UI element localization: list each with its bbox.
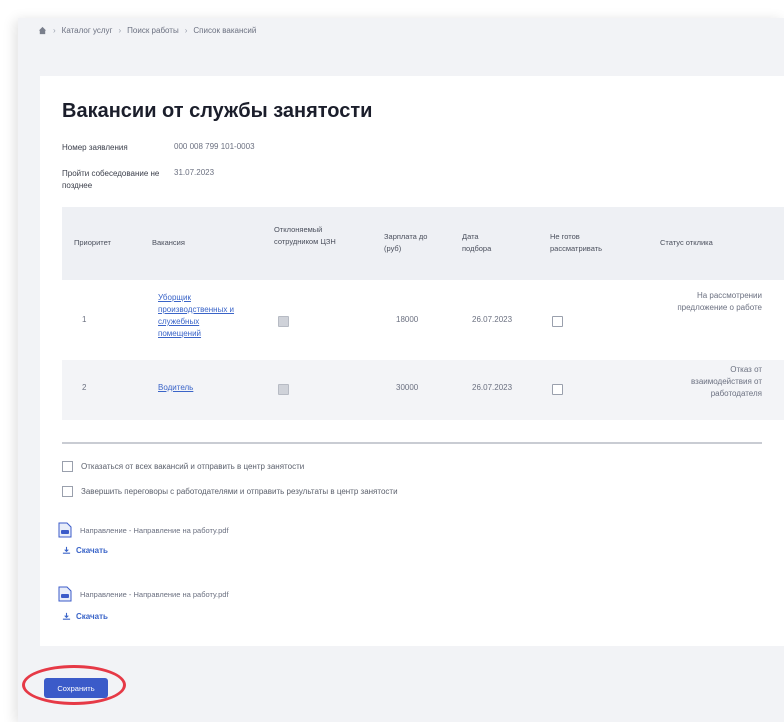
- finish-checkbox[interactable]: [62, 486, 73, 497]
- document-item: Направление - Направление на работу.pdf: [58, 522, 229, 538]
- application-number-label: Номер заявления: [62, 143, 128, 152]
- interview-deadline-label: Пройти собеседование не позднее: [62, 169, 160, 190]
- finish-label: Завершить переговоры с работодателями и …: [81, 487, 398, 496]
- pdf-file-icon: [58, 522, 72, 538]
- document-item: Направление - Направление на работу.pdf: [58, 586, 229, 602]
- interview-deadline-value: 31.07.2023: [174, 168, 215, 177]
- download-icon: [62, 612, 71, 620]
- pdf-file-icon: [58, 586, 72, 602]
- table-header: Приоритет Вакансия Отклоняемый сотрудник…: [62, 207, 784, 280]
- not-ready-checkbox[interactable]: [552, 316, 563, 327]
- table-row: 2 Водитель 30000 26.07.2023 Отказ от вза…: [62, 360, 784, 420]
- row-date: 26.07.2023: [472, 315, 513, 324]
- table-divider: [62, 442, 762, 444]
- reject-all-label: Отказаться от всех вакансий и отправить …: [81, 462, 305, 471]
- row-status: На рассмотрении предложение о работе: [677, 291, 762, 312]
- vacancy-link[interactable]: Уборщик производственных и служебных пом…: [158, 292, 238, 340]
- header-rejected-by-employee: Отклоняемый сотрудником ЦЗН: [274, 225, 336, 246]
- breadcrumb-item-job-search[interactable]: Поиск работы: [127, 26, 179, 35]
- application-number-value: 000 008 799 101-0003: [174, 142, 255, 151]
- home-icon[interactable]: [38, 26, 47, 35]
- download-icon: [62, 546, 71, 554]
- breadcrumb: › Каталог услуг › Поиск работы › Список …: [38, 26, 256, 35]
- row-salary: 30000: [396, 383, 419, 392]
- document-label: Направление - Направление на работу.pdf: [80, 589, 229, 599]
- table-row: 1 Уборщик производственных и служебных п…: [62, 280, 784, 360]
- download-link[interactable]: Скачать: [62, 546, 108, 555]
- header-salary: Зарплата до (руб): [384, 232, 428, 253]
- vacancies-card: Вакансии от службы занятости Номер заявл…: [40, 76, 784, 646]
- save-button[interactable]: Сохранить: [44, 678, 108, 698]
- header-priority: Приоритет: [74, 238, 111, 247]
- vacancies-table: Приоритет Вакансия Отклоняемый сотрудник…: [62, 207, 784, 420]
- row-status: Отказ от взаимодействия от работодателя: [691, 365, 762, 398]
- rejected-checkbox: [278, 316, 289, 327]
- finish-option[interactable]: Завершить переговоры с работодателями и …: [62, 486, 398, 497]
- row-priority: 2: [82, 383, 87, 392]
- not-ready-checkbox[interactable]: [552, 384, 563, 395]
- row-date: 26.07.2023: [472, 383, 513, 392]
- header-vacancy: Вакансия: [152, 238, 185, 247]
- vacancy-link[interactable]: Водитель: [158, 382, 193, 394]
- breadcrumb-item-vacancy-list: Список вакансий: [193, 26, 257, 35]
- row-salary: 18000: [396, 315, 419, 324]
- rejected-checkbox: [278, 384, 289, 395]
- page-title: Вакансии от службы занятости: [62, 100, 373, 122]
- header-status: Статус отклика: [660, 238, 713, 247]
- download-link[interactable]: Скачать: [62, 612, 108, 621]
- reject-all-checkbox[interactable]: [62, 461, 73, 472]
- reject-all-option[interactable]: Отказаться от всех вакансий и отправить …: [62, 461, 304, 472]
- header-date: Дата подбора: [462, 232, 492, 253]
- header-not-ready: Не готов рассматривать: [550, 232, 603, 253]
- row-priority: 1: [82, 315, 87, 324]
- document-label: Направление - Направление на работу.pdf: [80, 525, 229, 535]
- breadcrumb-item-catalog[interactable]: Каталог услуг: [62, 26, 113, 35]
